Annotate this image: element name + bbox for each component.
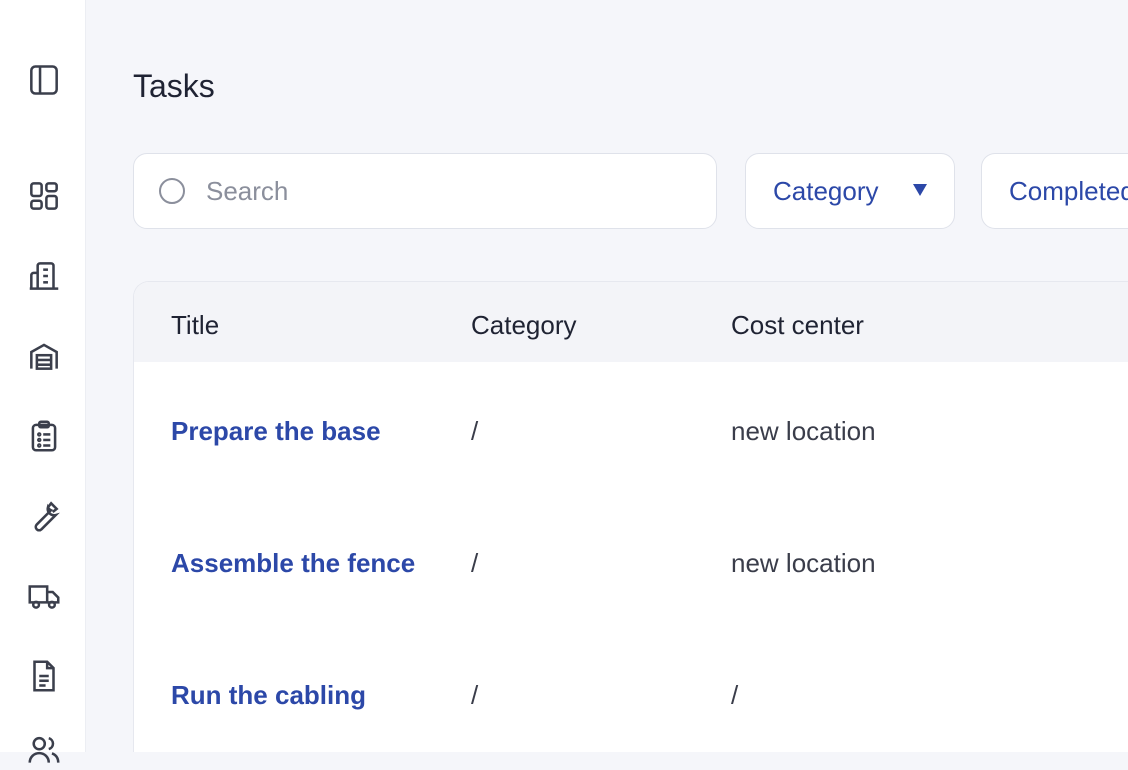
completed-filter-button[interactable]: Completed (981, 153, 1128, 229)
column-header-title[interactable]: Title (171, 310, 219, 341)
task-title-link[interactable]: Prepare the base (171, 416, 381, 447)
task-cost-center: new location (731, 416, 876, 446)
main-content: Tasks Category Completed Title Category … (85, 0, 1128, 752)
tasks-table: Title Category Cost center Prepare the b… (133, 281, 1128, 752)
column-header-cost-center[interactable]: Cost center (731, 310, 864, 341)
sidebar-toggle-icon[interactable] (24, 60, 64, 100)
sidebar (0, 0, 86, 763)
dashboard-icon[interactable] (24, 176, 64, 216)
table-header: Title Category Cost center (134, 282, 1128, 362)
task-category: / (471, 416, 479, 446)
column-header-category[interactable]: Category (471, 310, 577, 341)
category-filter-label: Category (773, 175, 879, 206)
task-title-link[interactable]: Assemble the fence (171, 548, 415, 579)
table-row: Assemble the fence / new location (134, 498, 1128, 630)
clipboard-list-icon[interactable] (24, 416, 64, 456)
truck-icon[interactable] (24, 576, 64, 616)
warehouse-icon[interactable] (24, 336, 64, 376)
buildings-icon[interactable] (24, 256, 64, 296)
task-category: / (471, 680, 479, 710)
chevron-down-icon (913, 184, 927, 196)
users-icon[interactable] (24, 730, 64, 770)
search-box[interactable] (133, 153, 717, 229)
page-title: Tasks (133, 68, 215, 104)
search-icon (159, 178, 185, 204)
completed-filter-label: Completed (1009, 175, 1128, 206)
task-cost-center: / (731, 680, 739, 710)
table-row: Prepare the base / new location (134, 366, 1128, 498)
search-input[interactable] (204, 174, 688, 208)
task-category: / (471, 548, 479, 578)
table-row: Run the cabling / / (134, 630, 1128, 752)
task-cost-center: new location (731, 548, 876, 578)
category-filter-button[interactable]: Category (745, 153, 955, 229)
task-title-link[interactable]: Run the cabling (171, 680, 366, 711)
document-icon[interactable] (24, 656, 64, 696)
wrench-icon[interactable] (24, 496, 64, 536)
